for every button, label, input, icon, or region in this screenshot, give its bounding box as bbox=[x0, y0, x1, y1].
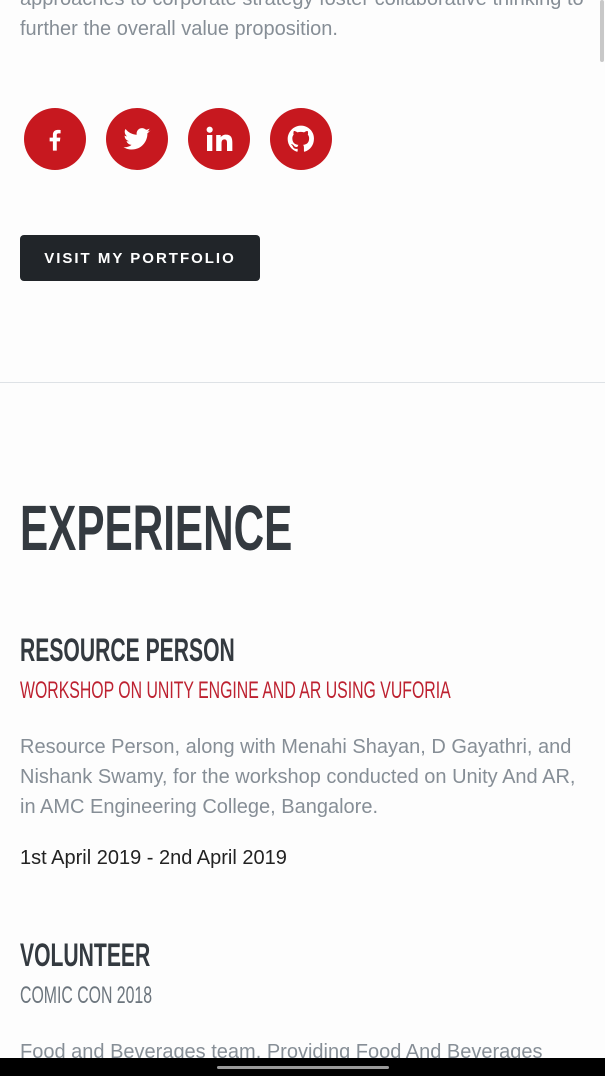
experience-subtitle: COMIC CON 2018 bbox=[20, 982, 153, 1009]
section-divider bbox=[0, 382, 605, 383]
linkedin-icon bbox=[206, 126, 233, 151]
experience-date: 1st April 2019 - 2nd April 2019 bbox=[20, 847, 287, 869]
twitter-icon bbox=[123, 128, 151, 150]
twitter-link[interactable] bbox=[106, 108, 168, 170]
scrollbar[interactable] bbox=[600, 0, 604, 62]
intro-paragraph: approaches to corporate strategy foster … bbox=[20, 0, 584, 40]
visit-portfolio-button[interactable]: VISIT MY PORTFOLIO bbox=[20, 235, 260, 281]
social-links bbox=[24, 108, 332, 170]
experience-title: RESOURCE PERSON bbox=[20, 632, 235, 668]
system-navigation-bar bbox=[0, 1058, 605, 1076]
page: approaches to corporate strategy foster … bbox=[0, 0, 605, 1076]
experience-description: Resource Person, along with Menahi Shaya… bbox=[20, 736, 576, 818]
github-link[interactable] bbox=[270, 108, 332, 170]
section-title: EXPERIENCE bbox=[20, 492, 293, 564]
facebook-link[interactable] bbox=[24, 108, 86, 170]
home-indicator[interactable] bbox=[217, 1066, 389, 1069]
github-icon bbox=[287, 125, 314, 152]
experience-subtitle: WORKSHOP ON UNITY ENGINE AND AR USING VU… bbox=[20, 677, 451, 704]
linkedin-link[interactable] bbox=[188, 108, 250, 170]
facebook-icon bbox=[49, 129, 61, 151]
experience-title: VOLUNTEER bbox=[20, 937, 151, 973]
